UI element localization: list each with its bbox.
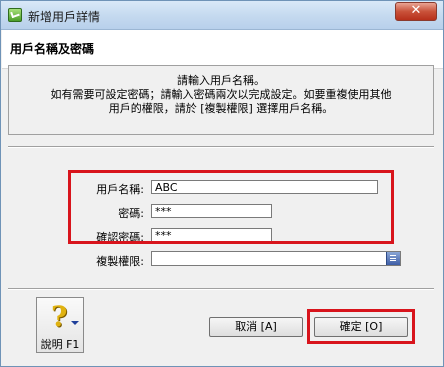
credentials-highlight [68, 170, 394, 244]
title-bar: 新增用戶詳情 ✕ [1, 1, 443, 30]
bottom-divider [8, 288, 434, 290]
instruction-line-2: 如有需要可設定密碼；請輸入密碼兩次以完成設定。如要重複使用其他 [50, 88, 392, 101]
help-icon: ? [51, 300, 68, 333]
help-label: 說明 F1 [40, 338, 80, 351]
section-header: 用戶名稱及密碼 [2, 30, 443, 69]
divider [8, 146, 434, 148]
cancel-button[interactable]: 取消 [A] [209, 317, 303, 337]
chevron-down-icon [71, 321, 79, 325]
copy-permissions-select[interactable] [151, 251, 401, 266]
instructions-box: 請輸入用戶名稱。 如有需要可設定密碼；請輸入密碼兩次以完成設定。如要重複使用其他… [8, 65, 434, 135]
close-icon: ✕ [410, 3, 422, 18]
window-title: 新增用戶詳情 [28, 10, 101, 24]
instruction-line-1: 請輸入用戶名稱。 [177, 74, 265, 87]
ok-highlight [307, 309, 415, 344]
copy-permissions-label: 複製權限: [96, 255, 144, 268]
section-title: 用戶名稱及密碼 [10, 42, 95, 56]
cancel-label: 取消 [A] [235, 320, 277, 333]
instruction-line-3: 用戶的權限，請於 [複製權限] 選擇用戶名稱。 [108, 102, 334, 115]
dialog-window: 新增用戶詳情 ✕ 用戶名稱及密碼 請輸入用戶名稱。 如有需要可設定密碼；請輸入密… [0, 0, 444, 367]
app-icon [8, 8, 22, 22]
dropdown-arrow-icon[interactable] [386, 252, 400, 265]
help-button[interactable]: ? 說明 F1 [36, 297, 84, 353]
close-button[interactable]: ✕ [395, 2, 437, 21]
